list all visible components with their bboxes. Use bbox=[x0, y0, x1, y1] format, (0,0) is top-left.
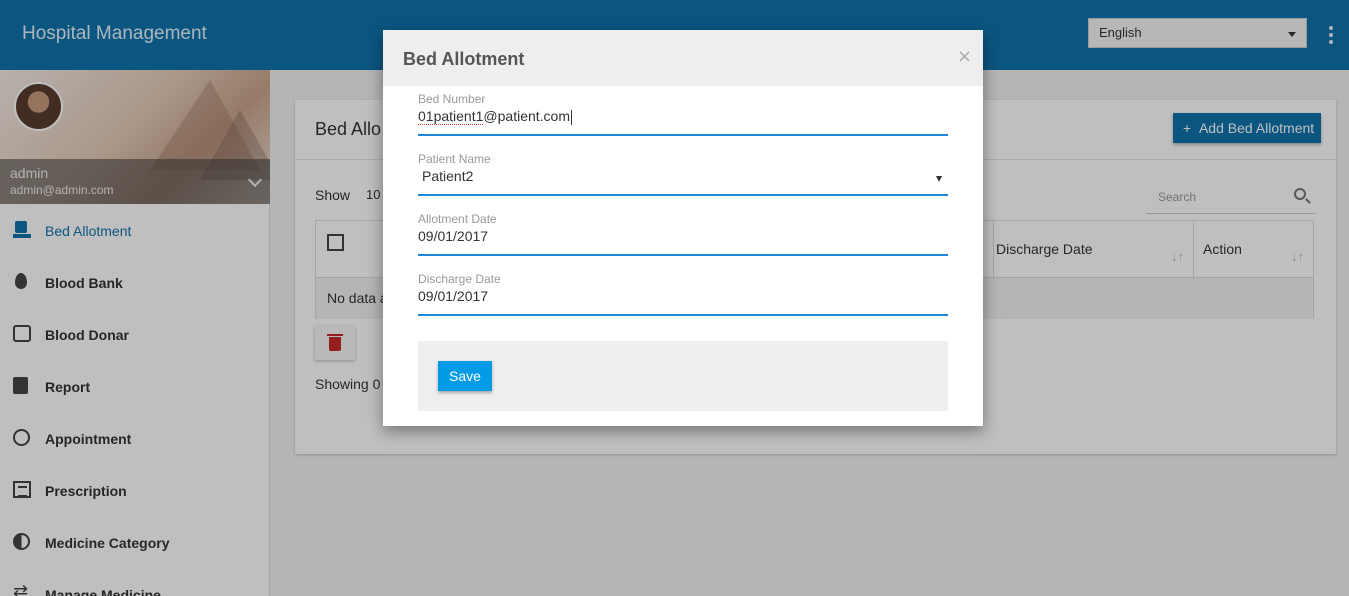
modal-header: Bed Allotment × bbox=[383, 30, 983, 86]
text-cursor bbox=[571, 109, 572, 125]
allotment-date-input[interactable]: 09/01/2017 bbox=[418, 228, 943, 250]
patient-name-label: Patient Name bbox=[418, 152, 491, 166]
input-text: @patient.com bbox=[483, 108, 570, 124]
bed-number-field[interactable]: Bed Number 01patient1@patient.com bbox=[418, 86, 948, 136]
misspelled-text: 01patient1 bbox=[418, 108, 484, 125]
allotment-date-label: Allotment Date bbox=[418, 212, 497, 226]
patient-name-field[interactable]: Patient Name Patient2 bbox=[418, 146, 948, 196]
discharge-date-input[interactable]: 09/01/2017 bbox=[418, 288, 943, 310]
allotment-date-field[interactable]: Allotment Date 09/01/2017 bbox=[418, 206, 948, 256]
close-icon[interactable]: × bbox=[957, 46, 972, 67]
modal-footer: Save bbox=[418, 341, 948, 411]
discharge-date-field[interactable]: Discharge Date 09/01/2017 bbox=[418, 266, 948, 316]
bed-number-input[interactable]: 01patient1@patient.com bbox=[418, 108, 943, 130]
save-button[interactable]: Save bbox=[438, 361, 492, 391]
modal-title: Bed Allotment bbox=[403, 49, 525, 69]
discharge-date-label: Discharge Date bbox=[418, 272, 501, 286]
caret-down-icon[interactable] bbox=[936, 176, 942, 182]
bed-number-label: Bed Number bbox=[418, 92, 486, 106]
bed-allotment-modal: Bed Allotment × Bed Number 01patient1@pa… bbox=[383, 30, 983, 426]
patient-name-select[interactable]: Patient2 bbox=[418, 168, 948, 190]
